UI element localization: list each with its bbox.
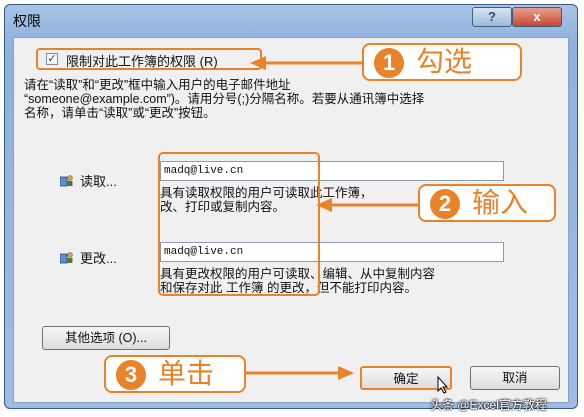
instructions-text: 请在“读取”和“更改”框中输入用户的电子邮件地址 “someone@exampl… <box>24 78 554 120</box>
callout-number: 1 <box>374 48 404 78</box>
callout-number: 3 <box>116 360 146 390</box>
input-highlight-frame <box>158 152 320 296</box>
more-options-button[interactable]: 其他选项 (O)... <box>42 326 170 350</box>
change-button[interactable]: 更改... <box>80 248 117 267</box>
restrict-permission-row[interactable]: ✓ 限制对此工作簿的权限 (R) <box>36 48 262 70</box>
callout-arrow-icon <box>246 366 354 380</box>
instructions-line: 名称，请单击“读取”或“更改”按钮。 <box>24 106 216 120</box>
callout-number: 2 <box>430 189 460 219</box>
address-book-icon[interactable] <box>60 174 74 187</box>
restrict-permission-label[interactable]: 限制对此工作簿的权限 (R) <box>66 51 218 70</box>
callout-label: 单击 <box>158 358 215 389</box>
callout-label: 输入 <box>472 187 529 218</box>
address-book-icon[interactable] <box>60 251 74 264</box>
dialog-title: 权限 <box>13 13 41 29</box>
callout-arrow-icon <box>250 56 362 70</box>
callout-label: 勾选 <box>416 46 473 77</box>
mouse-cursor-icon <box>437 376 449 394</box>
close-button[interactable]: x <box>512 7 562 27</box>
restrict-permission-checkbox[interactable]: ✓ <box>46 53 58 65</box>
callout-click: 3 单击 <box>104 355 246 393</box>
cancel-button[interactable]: 取消 <box>470 366 560 390</box>
watermark: 头条 @Excel官方教程 <box>430 398 547 412</box>
help-button[interactable]: ? <box>472 7 512 27</box>
callout-arrow-icon <box>316 198 420 212</box>
title-bar: 权限 ? x <box>5 5 577 35</box>
callout-input: 2 输入 <box>418 184 556 222</box>
instructions-line: “someone@example.com”)。请用分号(;)分隔名称。若要从通讯… <box>24 92 425 106</box>
read-button[interactable]: 读取... <box>80 171 117 190</box>
callout-check: 1 勾选 <box>362 43 522 81</box>
